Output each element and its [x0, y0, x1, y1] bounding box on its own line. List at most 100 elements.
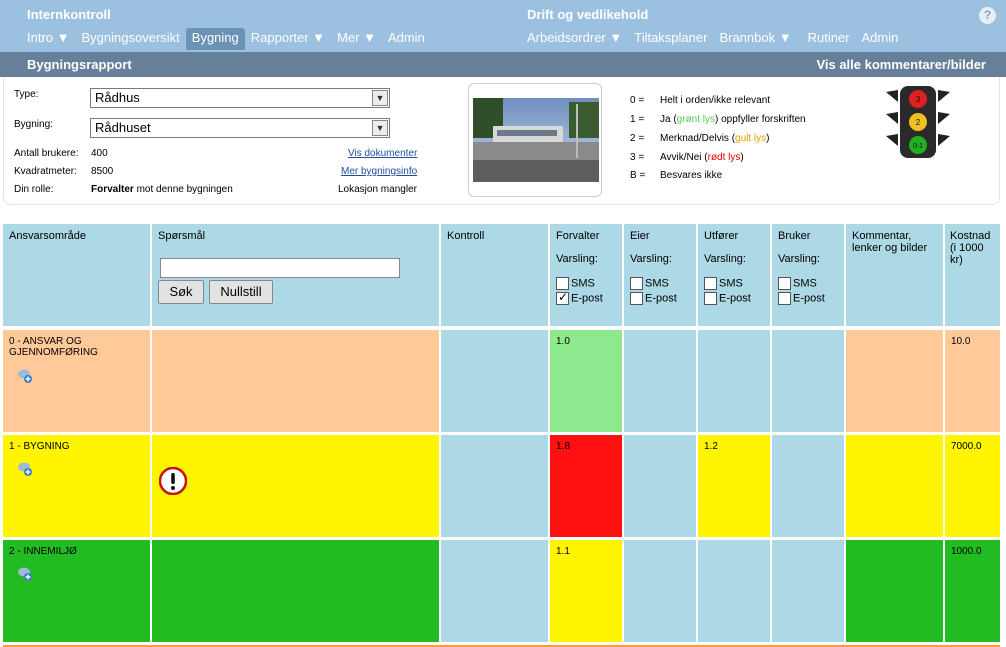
email-label: E-post: [571, 292, 603, 305]
users-label: Antall brukere:: [14, 148, 79, 159]
users-value: 400: [91, 148, 108, 159]
table-row-forvalter[interactable]: 1.1: [550, 540, 622, 642]
nav-admin-left[interactable]: Admin: [382, 28, 431, 50]
header-label: Spørsmål: [158, 230, 206, 242]
table-row-control[interactable]: [441, 330, 548, 432]
warning-icon[interactable]: [159, 467, 187, 495]
legend-highlight: grønt lys: [676, 114, 716, 125]
help-icon[interactable]: ?: [979, 7, 996, 24]
email-checkbox[interactable]: [556, 290, 569, 305]
table-row-eier[interactable]: [624, 435, 696, 537]
header-label: Ansvarsområde: [9, 230, 87, 242]
table-row-eier[interactable]: [624, 540, 696, 642]
chevron-down-icon: ▼: [372, 90, 388, 106]
header-forvalter: Forvalter Varsling: SMS E-post: [550, 224, 622, 326]
email-checkbox[interactable]: [704, 292, 717, 305]
legend-text-after: ): [740, 152, 744, 163]
table-row-eier[interactable]: [624, 330, 696, 432]
email-checkbox[interactable]: [778, 292, 791, 305]
nav-brannbok[interactable]: Brannbok ▼: [713, 28, 797, 50]
table-row-utforer[interactable]: [698, 540, 770, 642]
header-kostnad: Kostnad (i 1000 kr): [945, 224, 1000, 326]
header-label: Kommentar, lenker og bilder: [852, 230, 928, 254]
cost-value: 1000.0: [951, 546, 982, 557]
header-label: Utfører: [704, 230, 739, 242]
search-button[interactable]: Søk: [158, 280, 204, 304]
building-photo-image: [473, 98, 599, 182]
location-status: Lokasjon mangler: [338, 184, 417, 195]
report-table: Ansvarsområde Spørsmål Søk Nullstill Kon…: [3, 224, 1000, 647]
header-bruker: Bruker Varsling: SMS E-post: [772, 224, 844, 326]
area-value: 8500: [91, 166, 114, 177]
table-row-bruker[interactable]: [772, 540, 844, 642]
building-photo[interactable]: [468, 83, 602, 197]
legend-row-1: 1 = Ja (grønt lys) oppfyller forskriften: [630, 114, 806, 125]
table-row-comments[interactable]: [846, 540, 943, 642]
traffic-light-top-label: 3: [916, 95, 921, 104]
type-select-value: Rådhus: [95, 90, 140, 105]
building-select[interactable]: Rådhuset ▼: [90, 118, 390, 138]
table-row-comments[interactable]: [846, 330, 943, 432]
area-label: Kvadratmeter:: [14, 166, 77, 177]
sms-checkbox[interactable]: [630, 277, 643, 290]
header-kommentar: Kommentar, lenker og bilder: [846, 224, 943, 326]
chevron-down-icon: ▼: [372, 120, 388, 136]
reset-button[interactable]: Nullstill: [209, 280, 273, 304]
nav-intro[interactable]: Intro ▼: [21, 28, 76, 50]
add-comment-icon[interactable]: [17, 461, 33, 477]
add-comment-icon[interactable]: [17, 566, 33, 582]
role-line: Forvalter mot denne bygningen: [91, 184, 233, 195]
more-building-info-link[interactable]: Mer bygningsinfo: [341, 166, 417, 177]
nav-tiltaksplaner[interactable]: Tiltaksplaner: [628, 28, 713, 50]
table-row-area: 0 - ANSVAR OG GJENNOMFØRING: [3, 330, 150, 432]
table-row-cost: 7000.0: [945, 435, 1000, 537]
table-row-utforer[interactable]: [698, 330, 770, 432]
email-checkbox[interactable]: [630, 292, 643, 305]
type-select[interactable]: Rådhus ▼: [90, 88, 390, 108]
nav-mer[interactable]: Mer ▼: [331, 28, 382, 50]
nav-rapporter[interactable]: Rapporter ▼: [245, 28, 331, 50]
legend-row-3: 3 = Avvik/Nei (rødt lys): [630, 152, 744, 163]
table-row-control[interactable]: [441, 435, 548, 537]
building-select-value: Rådhuset: [95, 120, 151, 135]
nav-rutiner[interactable]: Rutiner: [802, 28, 856, 50]
legend-highlight: rødt lys: [707, 152, 741, 163]
nav-bygningsoversikt[interactable]: Bygningsoversikt: [76, 28, 186, 50]
nav-bygning[interactable]: Bygning: [185, 28, 245, 50]
role-suffix: mot denne bygningen: [136, 184, 233, 195]
internkontroll-title: Internkontroll: [27, 7, 111, 22]
traffic-light-bottom-label: 0-1: [913, 143, 923, 150]
show-documents-link[interactable]: Vis dokumenter: [348, 148, 417, 159]
legend-row-4: B = Besvares ikke: [630, 170, 722, 181]
varsling-label: Varsling:: [630, 253, 672, 265]
cost-value: 7000.0: [951, 441, 982, 452]
sms-checkbox[interactable]: [778, 277, 791, 290]
email-label: E-post: [719, 292, 751, 305]
sms-label: SMS: [719, 277, 743, 290]
sms-checkbox[interactable]: [704, 277, 717, 290]
show-all-comments-link[interactable]: Vis alle kommentarer/bilder: [816, 57, 986, 72]
legend-text: Avvik/Nei (: [660, 152, 708, 163]
table-row-bruker[interactable]: [772, 330, 844, 432]
sms-checkbox[interactable]: [556, 277, 569, 290]
table-row-question: [152, 330, 439, 432]
score-value: 1.8: [556, 441, 570, 452]
table-row-comments[interactable]: [846, 435, 943, 537]
add-comment-icon[interactable]: [17, 368, 33, 384]
table-row-forvalter[interactable]: 1.0: [550, 330, 622, 432]
building-info-panel: Type: Rådhus ▼ Bygning: Rådhuset ▼ Antal…: [3, 77, 1000, 205]
score-value: 1.0: [556, 336, 570, 347]
drift-vedlikehold-title: Drift og vedlikehold: [527, 7, 649, 22]
table-row-bruker[interactable]: [772, 435, 844, 537]
header-ansvarsomrade: Ansvarsområde: [3, 224, 150, 326]
nav-admin-right[interactable]: Admin: [856, 28, 905, 50]
cost-value: 10.0: [951, 336, 971, 347]
legend-highlight: gult lys: [735, 133, 767, 144]
question-search-input[interactable]: [160, 258, 400, 278]
legend-row-0: 0 = Helt i orden/ikke relevant: [630, 95, 770, 106]
table-row-control[interactable]: [441, 540, 548, 642]
nav-arbeidsordrer[interactable]: Arbeidsordrer ▼: [521, 28, 628, 50]
table-row-utforer[interactable]: 1.2: [698, 435, 770, 537]
legend-row-2: 2 = Merknad/Delvis (gult lys): [630, 133, 770, 144]
table-row-forvalter[interactable]: 1.8: [550, 435, 622, 537]
